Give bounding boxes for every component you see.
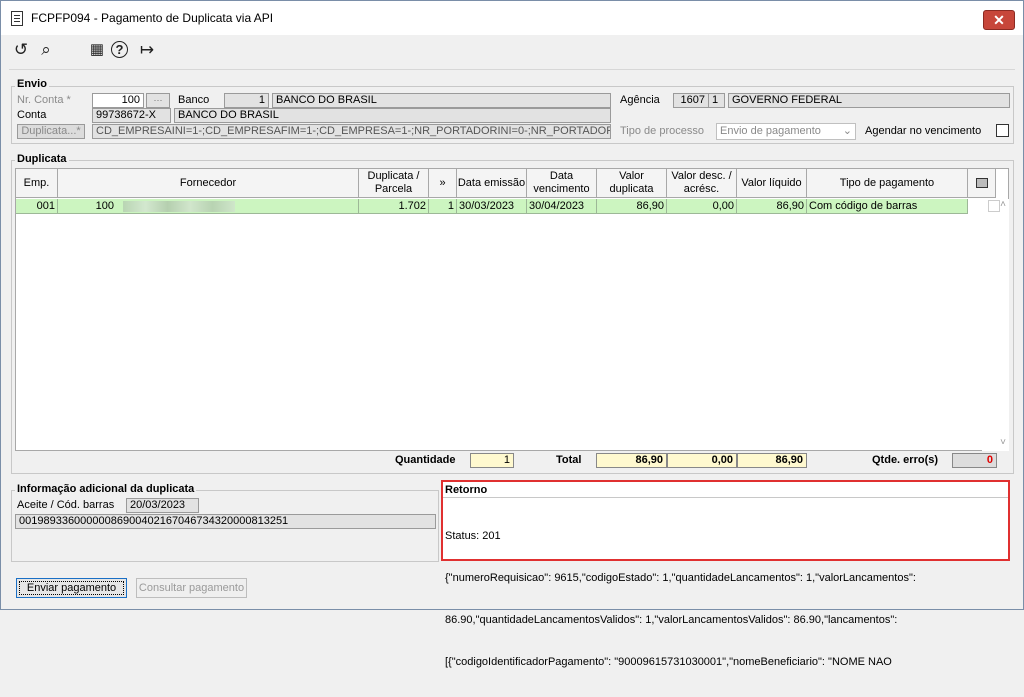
total-label: Total — [556, 454, 582, 466]
consultar-pagamento-button[interactable]: Consultar pagamento — [136, 578, 247, 598]
conta-field: 99738672-X — [92, 108, 171, 123]
lookup-button[interactable]: ⋯ — [146, 93, 170, 108]
total-desc: 0,00 — [667, 453, 737, 468]
banco-label: Banco — [178, 94, 210, 106]
erros-value: 0 — [952, 453, 997, 468]
col-desc[interactable]: Valor desc. / acrésc. — [667, 169, 737, 198]
duplicata-table: Emp. Fornecedor Duplicata / Parcela » Da… — [15, 168, 1009, 451]
tipo-processo-value: Envio de pagamento — [720, 125, 821, 137]
cell-fornecedor: 100 — [58, 199, 359, 214]
help-icon[interactable]: ? — [111, 41, 128, 58]
main-window: FCPFP094 - Pagamento de Duplicata via AP… — [0, 0, 1024, 668]
window-title: FCPFP094 - Pagamento de Duplicata via AP… — [31, 11, 274, 25]
col-valor[interactable]: Valor duplicata — [597, 169, 667, 198]
vertical-scrollbar[interactable]: ˄ ˅ — [982, 199, 1009, 451]
banco-name-field: BANCO DO BRASIL — [272, 93, 611, 108]
total-valor: 86,90 — [596, 453, 667, 468]
enviar-pagamento-button[interactable]: Enviar pagamento — [16, 578, 127, 598]
cell-desc: 0,00 — [667, 199, 737, 214]
cell-liquido: 86,90 — [737, 199, 807, 214]
scroll-up-icon[interactable]: ˄ — [997, 199, 1009, 210]
retorno-title: Retorno — [445, 484, 488, 496]
nr-conta-input[interactable]: 100 — [92, 93, 144, 108]
exit-icon[interactable]: ↦ — [136, 39, 158, 61]
select-all-icon — [975, 178, 988, 188]
col-select-all[interactable] — [968, 169, 996, 198]
col-liquido[interactable]: Valor líquido — [737, 169, 807, 198]
duplicata-title: Duplicata — [15, 153, 69, 165]
toolbar: ↺ ⌕ ▦ ? ↦ — [1, 35, 1023, 67]
calendar-icon[interactable]: ▦ — [86, 39, 108, 61]
col-fornecedor[interactable]: Fornecedor — [58, 169, 359, 198]
cell-emissao: 30/03/2023 — [457, 199, 527, 214]
total-liquido: 86,90 — [737, 453, 807, 468]
agencia-name-field: GOVERNO FEDERAL — [728, 93, 1010, 108]
cell-valor: 86,90 — [597, 199, 667, 214]
aceite-label: Aceite / Cód. barras — [17, 499, 115, 511]
retorno-divider — [443, 497, 1008, 498]
col-tipo[interactable]: Tipo de pagamento — [807, 169, 968, 198]
refresh-icon[interactable]: ↺ — [10, 39, 32, 61]
agencia-digit-field: 1 — [708, 93, 725, 108]
erros-label: Qtde. erro(s) — [872, 454, 939, 466]
cell-emp: 001 — [16, 199, 58, 214]
col-emp[interactable]: Emp. — [16, 169, 58, 198]
search-icon[interactable]: ⌕ — [35, 39, 57, 61]
col-expand[interactable]: » — [429, 169, 457, 198]
retorno-line: [{"codigoIdentificadorPagamento": "90009… — [445, 656, 892, 668]
conta-label: Conta — [17, 109, 47, 121]
agendar-label: Agendar no vencimento — [865, 125, 982, 137]
col-duplicata[interactable]: Duplicata / Parcela — [359, 169, 429, 198]
info-title: Informação adicional da duplicata — [15, 483, 197, 495]
cell-fornecedor-code: 100 — [95, 200, 114, 212]
banco-code-field: 1 — [224, 93, 269, 108]
document-icon — [11, 11, 23, 26]
duplicata-button[interactable]: Duplicata...* — [17, 124, 85, 139]
col-vencimento[interactable]: Data vencimento — [527, 169, 597, 198]
codigo-barras-field: 0019893360000008690040216704673432000081… — [15, 514, 436, 529]
retorno-line: 86.90,"quantidadeLancamentosValidos": 1,… — [445, 614, 898, 626]
cell-parcela: 1 — [429, 199, 457, 214]
retorno-text: Status: 201 {"numeroRequisicao": 9615,"c… — [445, 501, 1005, 697]
conta-name-field: BANCO DO BRASIL — [174, 108, 611, 123]
aceite-date-field: 20/03/2023 — [126, 498, 199, 513]
retorno-line: {"numeroRequisicao": 9615,"codigoEstado"… — [445, 572, 916, 584]
redacted-fornecedor-name — [123, 200, 236, 212]
quantidade-value: 1 — [470, 453, 514, 468]
scroll-down-icon[interactable]: ˅ — [997, 437, 1009, 448]
title-bar: FCPFP094 - Pagamento de Duplicata via AP… — [1, 1, 1023, 35]
tipo-processo-select[interactable]: Envio de pagamento ⌄ — [716, 123, 856, 140]
col-emissao[interactable]: Data emissão — [457, 169, 527, 198]
quantidade-label: Quantidade — [395, 454, 456, 466]
retorno-line: Status: 201 — [445, 530, 501, 542]
cell-tipo: Com código de barras — [807, 199, 968, 214]
envio-title: Envio — [15, 78, 49, 90]
chevron-down-icon: ⌄ — [842, 125, 852, 137]
close-button[interactable]: ✕ — [983, 10, 1015, 30]
nr-conta-label: Nr. Conta * — [17, 94, 71, 106]
retorno-panel: Retorno Status: 201 {"numeroRequisicao":… — [441, 480, 1010, 668]
agencia-label: Agência — [620, 94, 660, 106]
filter-field: CD_EMPRESAINI=1-;CD_EMPRESAFIM=1-;CD_EMP… — [92, 124, 611, 139]
tipo-processo-label: Tipo de processo — [620, 125, 704, 137]
cell-vencimento: 30/04/2023 — [527, 199, 597, 214]
toolbar-divider — [9, 69, 1015, 70]
agencia-code-field: 1607 — [673, 93, 709, 108]
agendar-checkbox[interactable] — [996, 124, 1009, 137]
cell-duplicata: 1.702 — [359, 199, 429, 214]
